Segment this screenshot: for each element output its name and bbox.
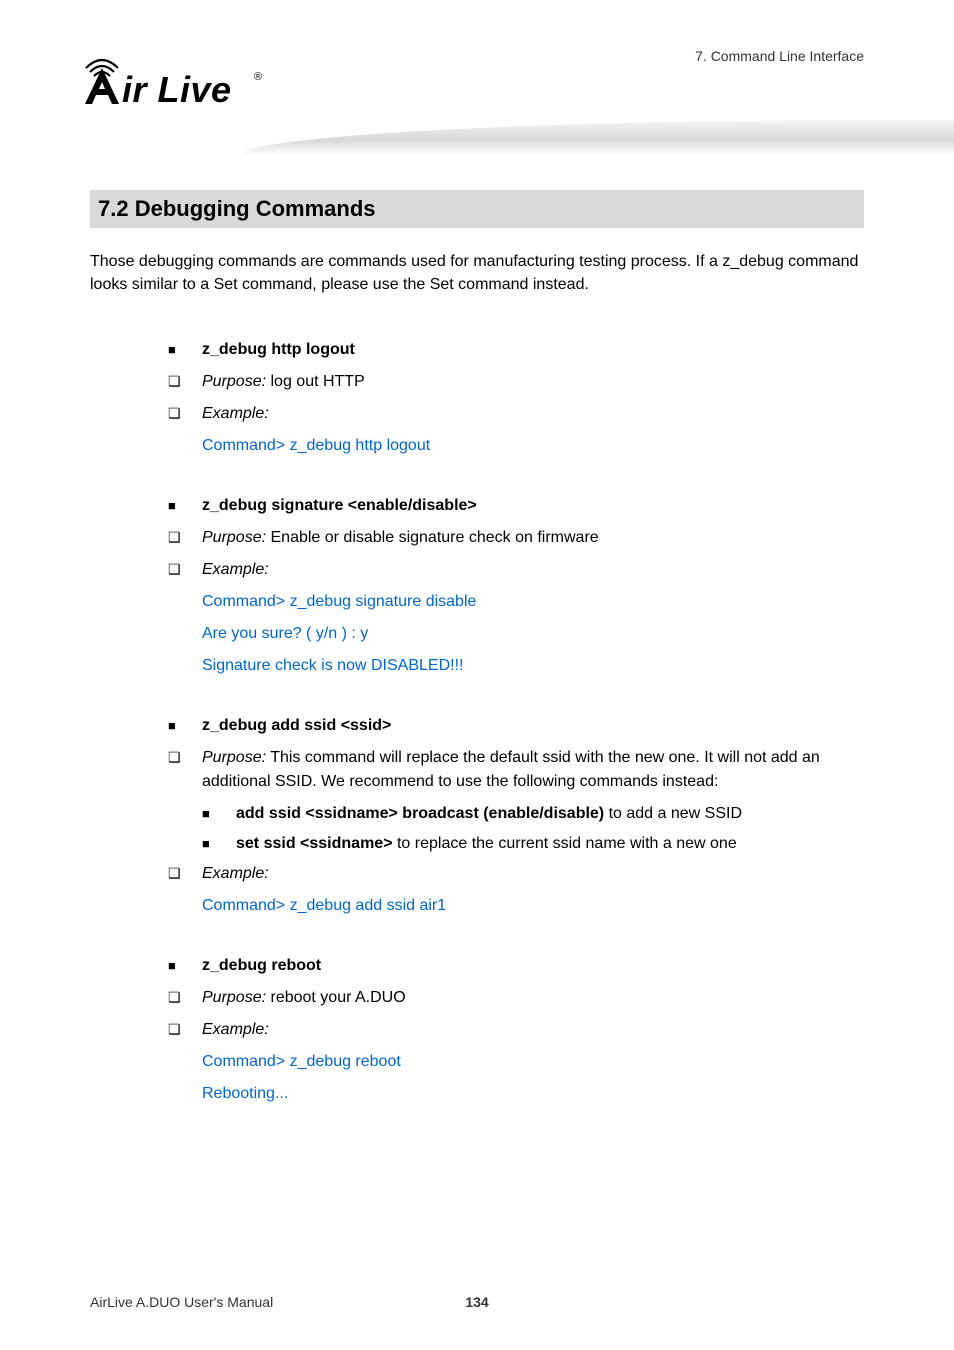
command-output: Command> z_debug reboot [202, 1050, 864, 1074]
hollow-square-icon: ❑ [168, 402, 202, 426]
airlive-logo: ir Live ® [82, 48, 272, 115]
command-output: Rebooting... [202, 1082, 864, 1106]
filled-square-icon: ■ [168, 954, 202, 977]
command-output: Command> z_debug signature disable [202, 590, 864, 614]
example-label: Example: [202, 1018, 864, 1042]
filled-square-icon: ■ [168, 338, 202, 361]
chapter-label: 7. Command Line Interface [695, 48, 864, 64]
filled-square-icon: ■ [168, 494, 202, 517]
purpose-line: Purpose: reboot your A.DUO [202, 986, 864, 1010]
intro-paragraph: Those debugging commands are commands us… [90, 250, 864, 296]
hollow-square-icon: ❑ [168, 526, 202, 550]
filled-square-icon: ■ [202, 832, 236, 855]
command-block: ■ z_debug reboot ❑ Purpose: reboot your … [168, 954, 864, 1106]
hollow-square-icon: ❑ [168, 1018, 202, 1042]
command-output: Are you sure? ( y/n ) : y [202, 622, 864, 646]
purpose-line: Purpose: Enable or disable signature che… [202, 526, 864, 550]
command-name: z_debug http logout [202, 338, 864, 362]
command-block: ■ z_debug signature <enable/disable> ❑ P… [168, 494, 864, 678]
logo-text: ir Live [122, 69, 232, 110]
page-content: 7.2 Debugging Commands Those debugging c… [0, 190, 954, 1106]
command-block: ■ z_debug http logout ❑ Purpose: log out… [168, 338, 864, 458]
page-number: 134 [465, 1294, 488, 1310]
sublist-item: set ssid <ssidname> to replace the curre… [236, 832, 864, 856]
hollow-square-icon: ❑ [168, 986, 202, 1010]
command-output: Command> z_debug add ssid air1 [202, 894, 864, 918]
command-output: Signature check is now DISABLED!!! [202, 654, 864, 678]
filled-square-icon: ■ [202, 802, 236, 825]
registered-icon: ® [254, 71, 262, 83]
purpose-line: Purpose: log out HTTP [202, 370, 864, 394]
filled-square-icon: ■ [168, 714, 202, 737]
hollow-square-icon: ❑ [168, 862, 202, 886]
example-label: Example: [202, 402, 864, 426]
page-header: 7. Command Line Interface ir Live ® [0, 0, 954, 180]
command-output: Command> z_debug http logout [202, 434, 864, 458]
header-swoosh [240, 120, 954, 156]
command-block: ■ z_debug add ssid <ssid> ❑ Purpose: Thi… [168, 714, 864, 918]
purpose-line: Purpose: This command will replace the d… [202, 746, 864, 794]
hollow-square-icon: ❑ [168, 558, 202, 582]
page-footer: AirLive A.DUO User's Manual 134 [90, 1294, 864, 1310]
example-label: Example: [202, 558, 864, 582]
hollow-square-icon: ❑ [168, 746, 202, 770]
footer-manual-name: AirLive A.DUO User's Manual [90, 1294, 273, 1310]
section-heading: 7.2 Debugging Commands [90, 190, 864, 228]
hollow-square-icon: ❑ [168, 370, 202, 394]
command-name: z_debug add ssid <ssid> [202, 714, 864, 738]
example-label: Example: [202, 862, 864, 886]
command-name: z_debug reboot [202, 954, 864, 978]
command-name: z_debug signature <enable/disable> [202, 494, 864, 518]
sublist-item: add ssid <ssidname> broadcast (enable/di… [236, 802, 864, 826]
